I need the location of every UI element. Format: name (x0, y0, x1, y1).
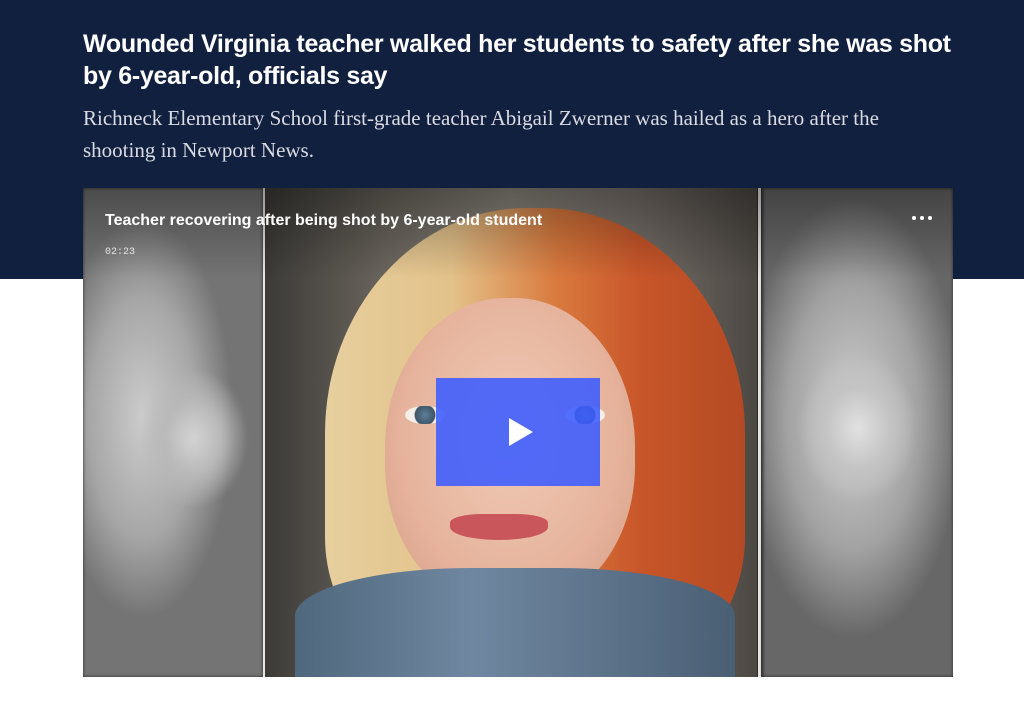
video-title-shade (83, 188, 953, 278)
portrait-jacket (295, 568, 735, 677)
video-title: Teacher recovering after being shot by 6… (105, 212, 543, 229)
play-button[interactable] (436, 378, 600, 486)
video-duration: 02:23 (105, 247, 136, 258)
more-horizontal-icon (912, 216, 932, 220)
video-player[interactable]: Teacher recovering after being shot by 6… (83, 188, 953, 677)
article-headline: Wounded Virginia teacher walked her stud… (83, 30, 951, 90)
article-dek: Richneck Elementary School first-grade t… (83, 106, 879, 162)
more-options-button[interactable] (907, 210, 937, 226)
portrait-lips (450, 514, 548, 540)
play-icon (508, 418, 533, 446)
